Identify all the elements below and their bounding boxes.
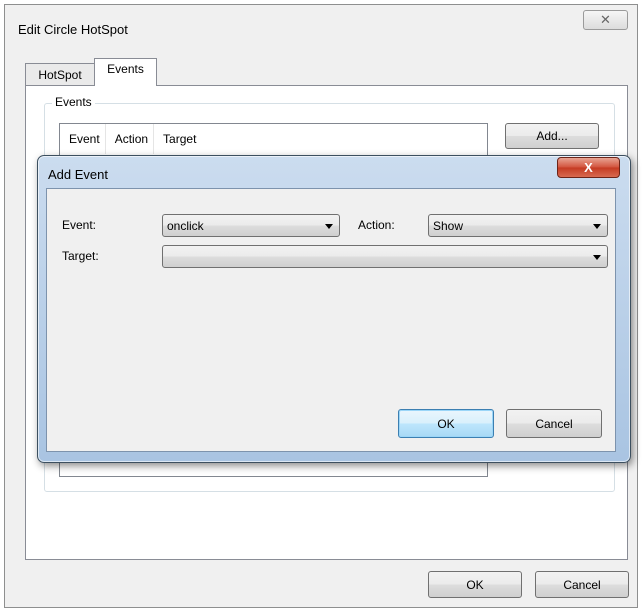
event-dropdown[interactable]: onclick — [162, 214, 340, 237]
add-event-dialog: Add Event X Event: onclick Action: Show … — [37, 155, 631, 463]
event-label: Event: — [62, 218, 97, 232]
add-button[interactable]: Add... — [505, 123, 599, 149]
action-label: Action: — [358, 218, 395, 232]
column-header-event[interactable]: Event — [60, 124, 106, 154]
target-label: Target: — [62, 249, 99, 263]
column-header-action[interactable]: Action — [106, 124, 155, 154]
column-header-target[interactable]: Target — [154, 124, 201, 154]
action-dropdown-value: Show — [433, 219, 464, 233]
ok-button[interactable]: OK — [428, 571, 522, 598]
events-groupbox-label: Events — [52, 95, 95, 109]
list-header: Event Action Target — [60, 124, 201, 154]
action-dropdown[interactable]: Show — [428, 214, 608, 237]
dialog-title: Edit Circle HotSpot — [18, 22, 128, 37]
close-icon: ✕ — [600, 12, 611, 27]
chevron-down-icon — [593, 224, 601, 229]
tab-hotspot[interactable]: HotSpot — [25, 63, 95, 85]
add-event-ok-button[interactable]: OK — [398, 409, 494, 438]
cancel-button[interactable]: Cancel — [535, 571, 629, 598]
add-event-close-button[interactable]: X — [557, 157, 620, 178]
chevron-down-icon — [325, 224, 333, 229]
chevron-down-icon — [593, 255, 601, 260]
target-dropdown[interactable] — [162, 245, 608, 268]
add-event-body: Event: onclick Action: Show Target: OK C… — [46, 188, 616, 452]
event-dropdown-value: onclick — [167, 219, 204, 233]
add-event-title: Add Event — [48, 167, 108, 182]
tab-events[interactable]: Events — [94, 58, 157, 86]
close-button[interactable]: ✕ — [583, 10, 628, 30]
close-icon: X — [584, 160, 593, 175]
add-event-cancel-button[interactable]: Cancel — [506, 409, 602, 438]
